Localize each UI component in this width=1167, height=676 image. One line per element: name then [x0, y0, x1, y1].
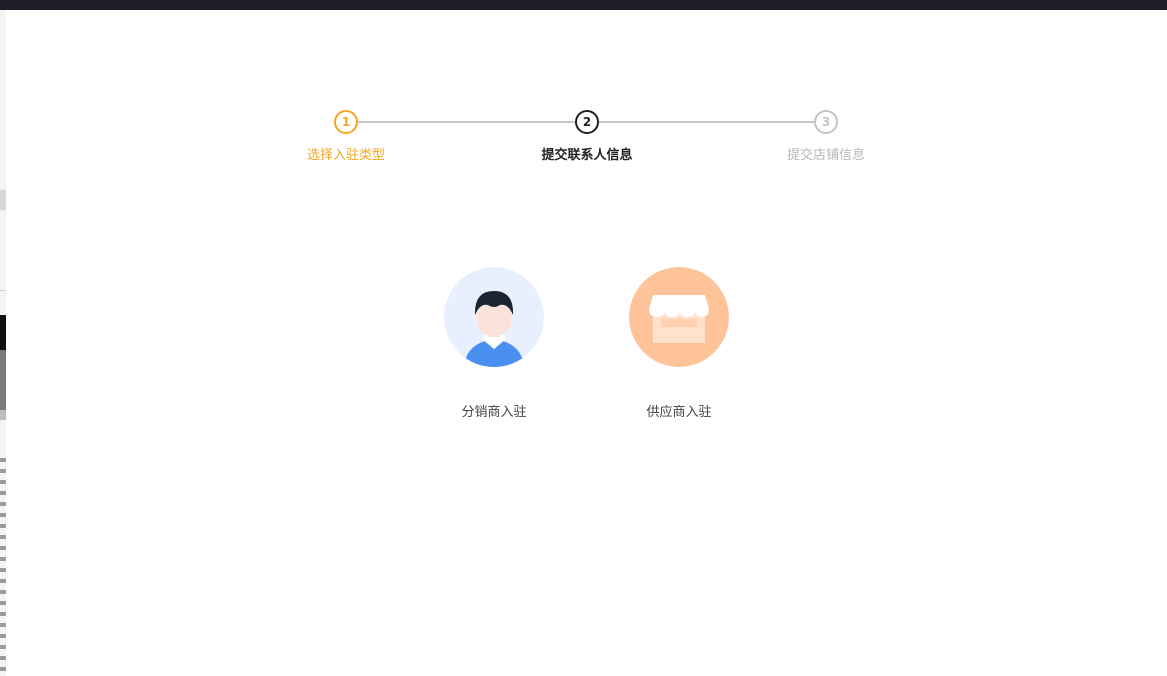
step-label: 选择入驻类型 [306, 148, 385, 163]
supplier-label[interactable]: 供应商入驻 [609, 401, 749, 420]
top-bar [0, 0, 1167, 10]
registration-stepper: 1 选择入驻类型 2 提交联系人信息 3 提交店铺信息 [304, 110, 870, 170]
supplier-option[interactable]: 供应商入驻 [609, 267, 749, 420]
step-number: 3 [814, 110, 838, 134]
distributor-person-icon[interactable] [444, 267, 544, 367]
distributor-option[interactable]: 分销商入驻 [424, 267, 564, 420]
step-number: 2 [575, 110, 599, 134]
supplier-store-icon[interactable] [629, 267, 729, 367]
step-label: 提交店铺信息 [786, 148, 865, 163]
step-label: 提交联系人信息 [541, 148, 633, 163]
distributor-label[interactable]: 分销商入驻 [424, 401, 564, 420]
step-select-type[interactable]: 1 选择入驻类型 [296, 110, 396, 163]
step-contact-info[interactable]: 2 提交联系人信息 [537, 110, 637, 163]
background-window-edge [0, 10, 6, 676]
step-number: 1 [334, 110, 358, 134]
step-store-info[interactable]: 3 提交店铺信息 [776, 110, 876, 163]
